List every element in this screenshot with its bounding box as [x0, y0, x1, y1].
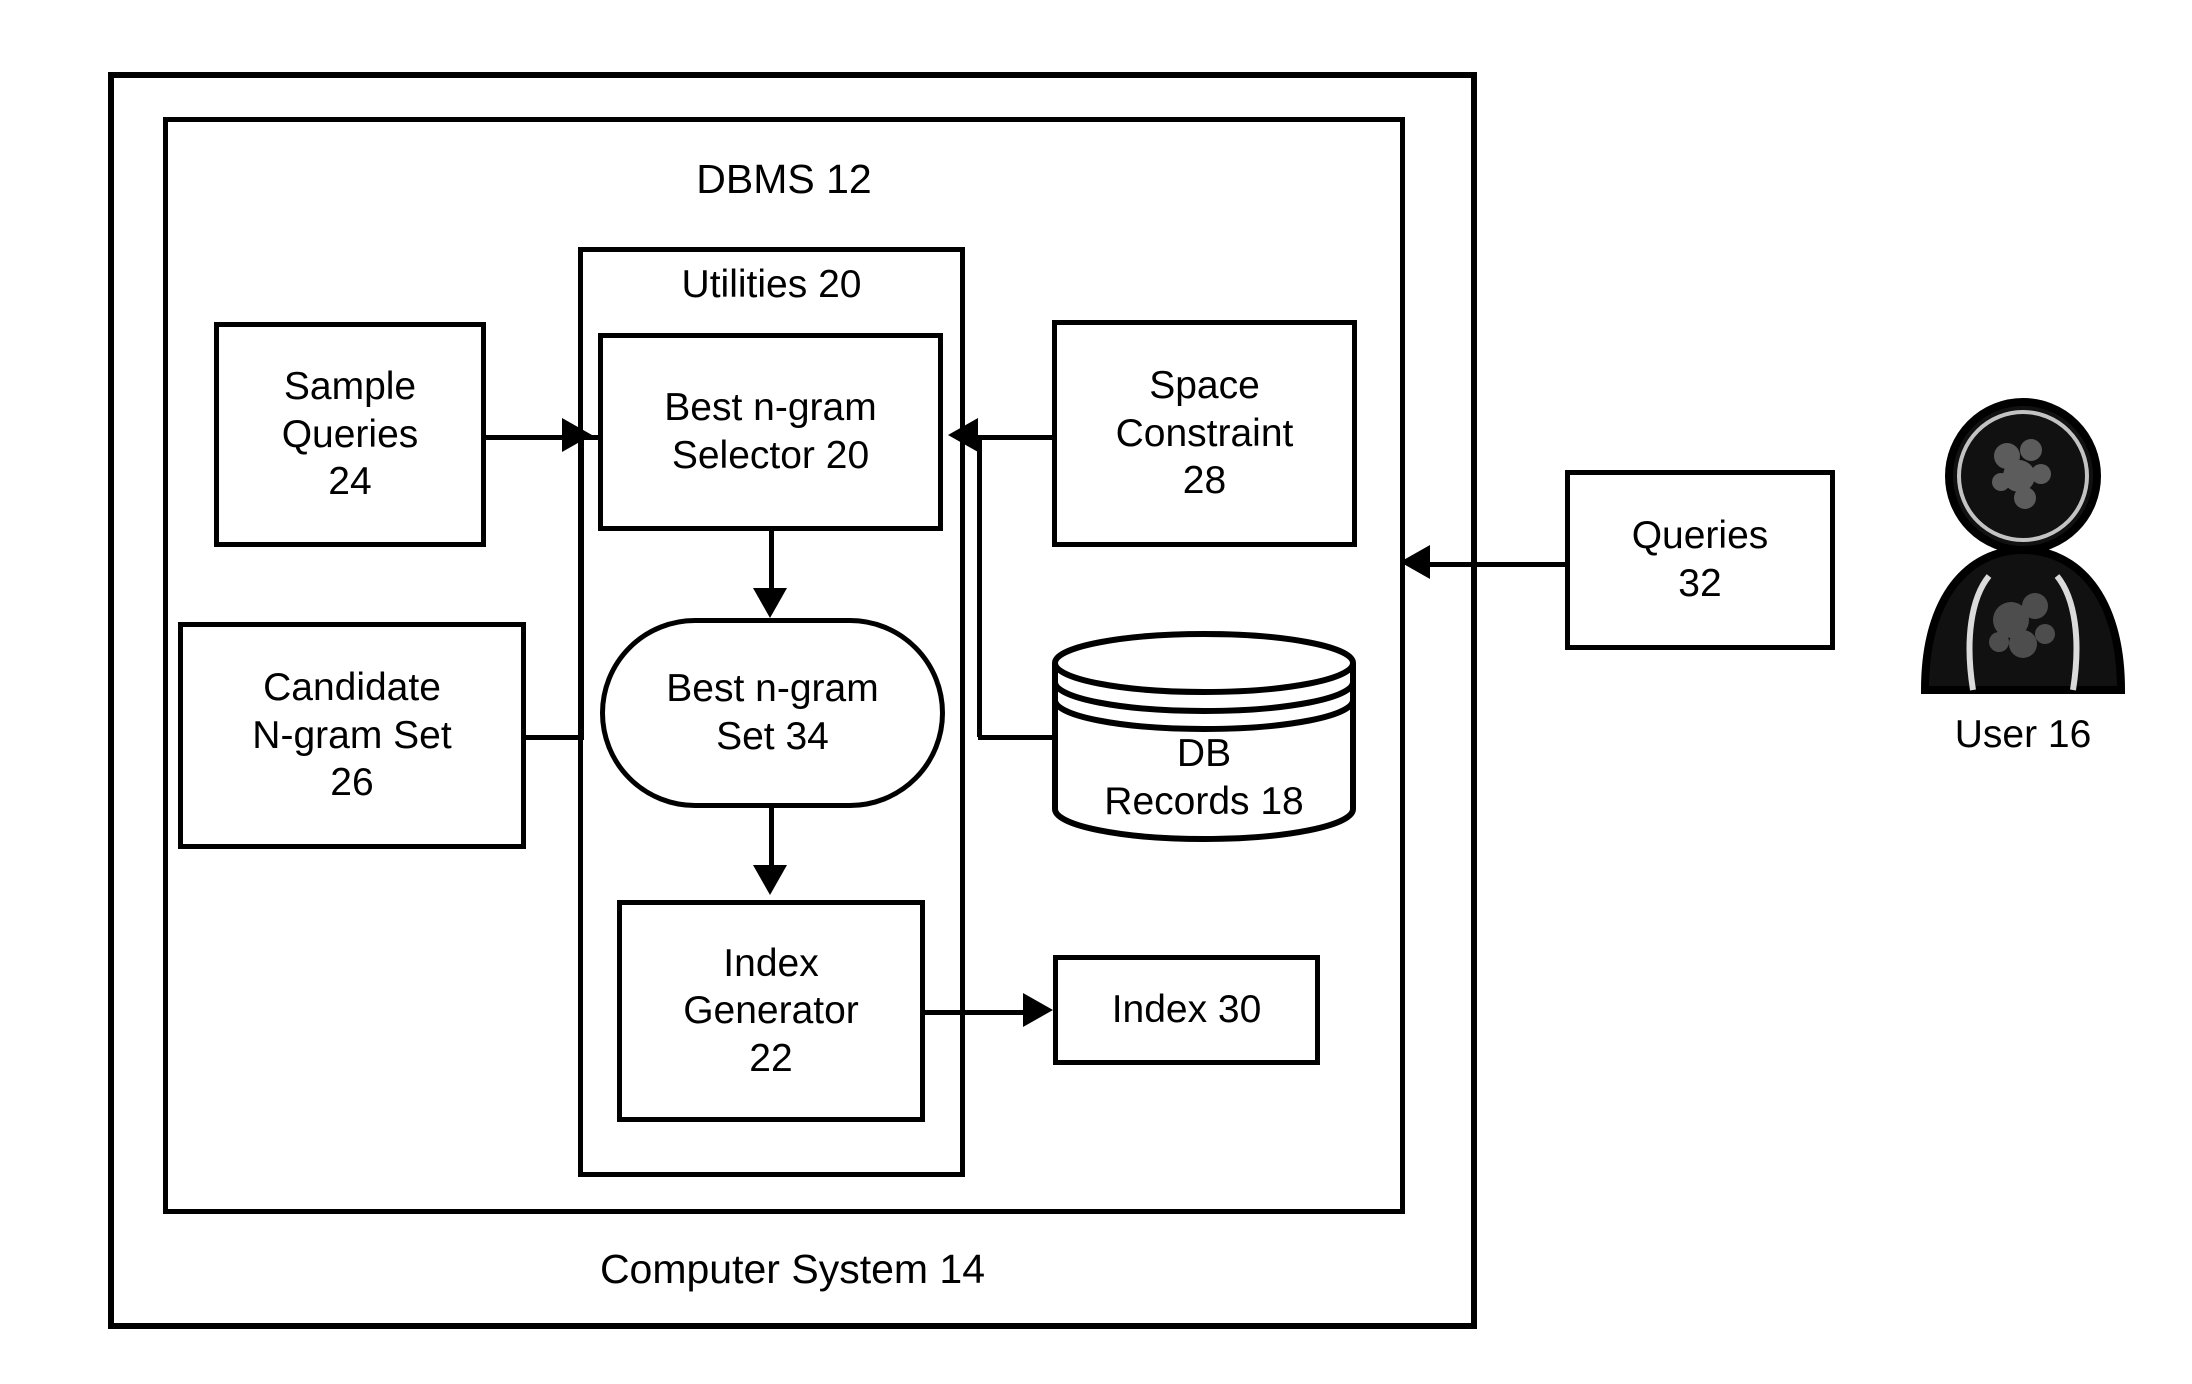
connector-set-to-index-generator: [769, 808, 774, 868]
best-ngram-selector-box[interactable]: Best n-gram Selector 20: [598, 333, 943, 531]
sample-queries-line1: Sample: [283, 365, 417, 409]
arrow-into-index: [1023, 993, 1053, 1027]
connector-selector-to-set: [769, 531, 774, 591]
index-box[interactable]: Index 30: [1053, 955, 1320, 1065]
index-line1: Index 30: [1111, 988, 1262, 1032]
queries-box[interactable]: Queries 32: [1565, 470, 1835, 650]
candidate-ngram-line2: N-gram Set: [252, 713, 452, 757]
user-label: User 16: [1954, 713, 2092, 756]
candidate-ngram-line1: Candidate: [263, 666, 441, 710]
sample-queries-line2: Queries: [281, 412, 419, 456]
candidate-ngram-set-box[interactable]: Candidate N-gram Set 26: [178, 622, 526, 849]
sample-queries-box[interactable]: Sample Queries 24: [214, 322, 486, 547]
dbms-label: DBMS 12: [696, 156, 872, 202]
db-records-cylinder[interactable]: DB Records 18: [1050, 630, 1358, 842]
index-generator-box[interactable]: Index Generator 22: [617, 900, 925, 1122]
best-ngram-set-line2: Set 34: [716, 715, 829, 758]
utilities-label: Utilities 20: [681, 263, 862, 306]
queries-line2: 32: [1678, 562, 1722, 605]
connector-candidate-out: [526, 735, 584, 740]
space-constraint-box[interactable]: Space Constraint 28: [1052, 320, 1357, 547]
space-constraint-line2: Constraint: [1115, 411, 1294, 455]
index-generator-line2: Generator: [683, 989, 859, 1033]
db-records-text: DB Records 18: [1050, 730, 1358, 825]
connector-queries-into-system: [1427, 562, 1567, 567]
index-generator-line3: 22: [749, 1036, 793, 1080]
best-ngram-set-box[interactable]: Best n-gram Set 34: [600, 618, 945, 808]
arrow-into-computer-system: [1400, 545, 1430, 579]
user-person-icon: [1920, 398, 2126, 694]
connector-db-records-out: [978, 735, 1054, 740]
db-records-line1: DB: [1176, 732, 1232, 775]
best-ngram-set-line1: Best n-gram: [666, 667, 879, 711]
figure-canvas: Computer System 14 DBMS 12 Utilities 20 …: [0, 0, 2192, 1384]
db-records-line2: Records 18: [1104, 779, 1304, 823]
connector-index-generator-to-index: [925, 1010, 1025, 1015]
arrow-into-selector-from-right: [948, 418, 978, 452]
computer-system-label: Computer System 14: [599, 1246, 986, 1292]
arrow-into-best-ngram-set: [753, 588, 787, 618]
user-figure[interactable]: [1903, 390, 2143, 710]
space-constraint-line3: 28: [1182, 459, 1227, 503]
sample-queries-line3: 24: [328, 460, 372, 504]
index-generator-line1: Index: [723, 941, 819, 985]
candidate-ngram-line3: 26: [330, 761, 374, 805]
connector-candidate-riser: [579, 435, 584, 737]
arrow-into-index-generator: [753, 865, 787, 895]
arrow-into-best-ngram-selector: [562, 418, 592, 452]
connector-db-records-riser: [977, 435, 982, 737]
space-constraint-line1: Space: [1149, 364, 1260, 408]
best-ngram-selector-line1: Best n-gram: [664, 386, 877, 430]
connector-space-constraint-out: [978, 435, 1054, 440]
best-ngram-selector-line2: Selector 20: [671, 434, 870, 477]
queries-line1: Queries: [1631, 514, 1769, 558]
